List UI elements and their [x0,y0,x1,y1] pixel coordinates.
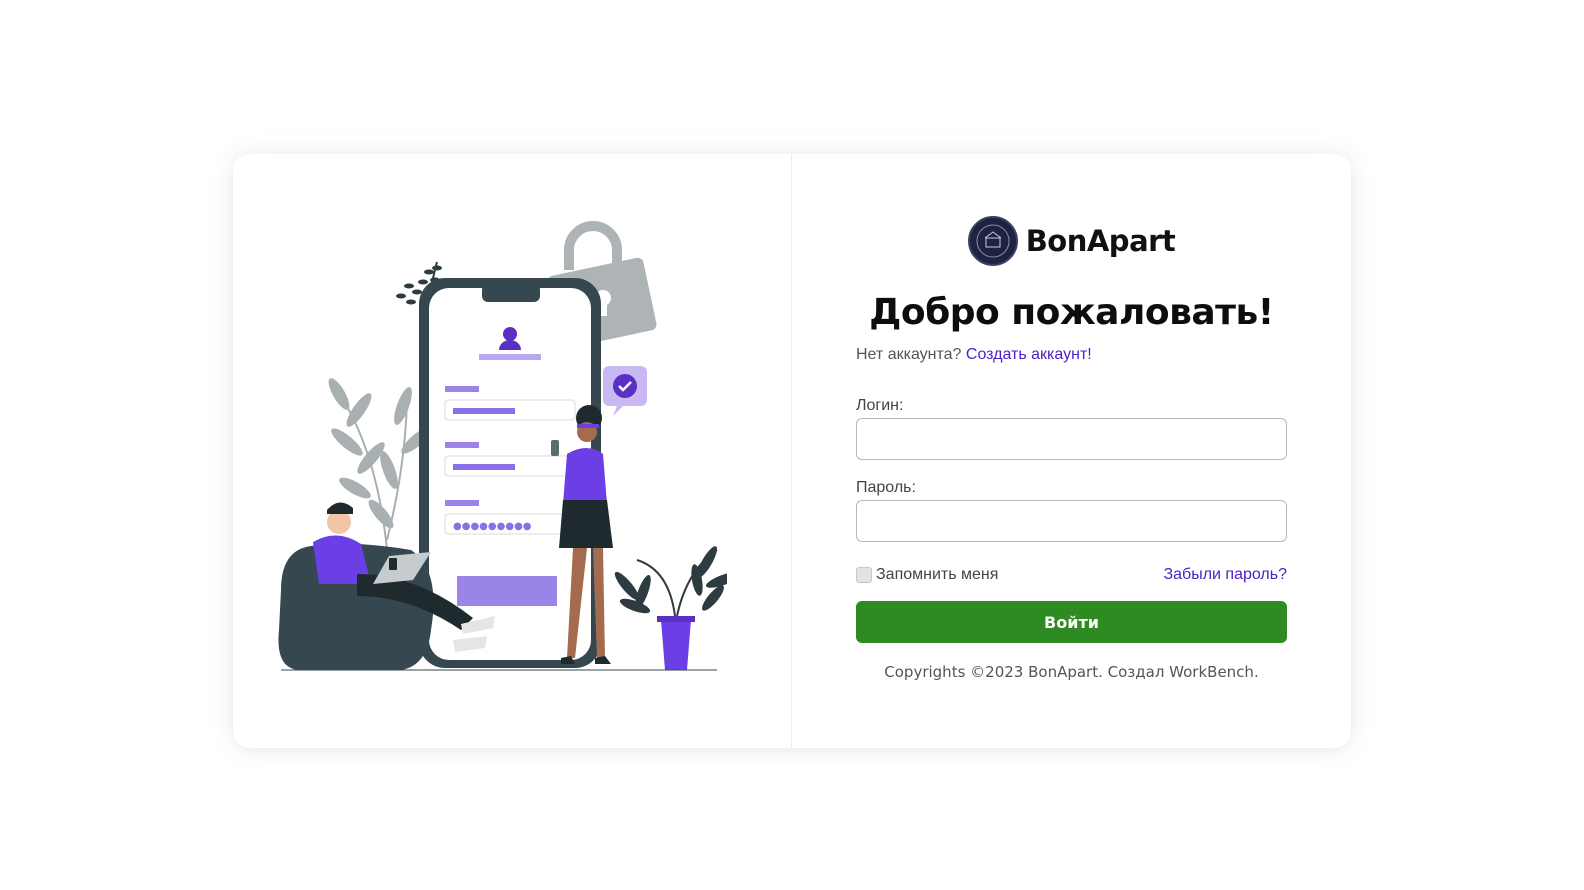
brand-header: BonApart [792,216,1351,266]
password-input[interactable] [856,500,1287,542]
password-dots: ●●●●●●●●● [453,521,532,532]
remember-me-label: Запомнить меня [876,566,999,583]
remember-me-checkbox[interactable] [856,567,872,583]
login-button[interactable]: Войти [856,601,1287,643]
potted-plant-icon [614,546,727,670]
login-input[interactable] [856,418,1287,460]
check-bubble-icon [603,366,647,416]
login-page: ●●●●●●●●● BonApart Добро пожаловать! Нет… [0,0,1584,890]
remember-me[interactable]: Запомнить меня [856,566,998,584]
no-account-text: Нет аккаунта? [856,346,962,363]
login-panel: BonApart Добро пожаловать! Нет аккаунта?… [792,154,1351,748]
login-illustration: ●●●●●●●●● [278,221,727,671]
brand-name: BonApart [1025,224,1176,258]
forgot-password-link[interactable]: Забыли пароль? [1163,566,1287,584]
signup-prompt: Нет аккаунта? Создать аккаунт! [856,346,1092,364]
page-title: Добро пожаловать! [869,292,1274,333]
create-account-link[interactable]: Создать аккаунт! [966,346,1092,363]
password-label: Пароль: [856,479,916,496]
login-label: Логин: [856,397,904,414]
copyright-text: Copyrights ©2023 BonApart. Создал WorkBe… [884,663,1259,681]
bonapart-logo-seal-icon [967,216,1018,266]
illustration-panel: ●●●●●●●●● [233,154,792,748]
login-card: ●●●●●●●●● BonApart Добро пожаловать! Нет… [233,154,1351,748]
